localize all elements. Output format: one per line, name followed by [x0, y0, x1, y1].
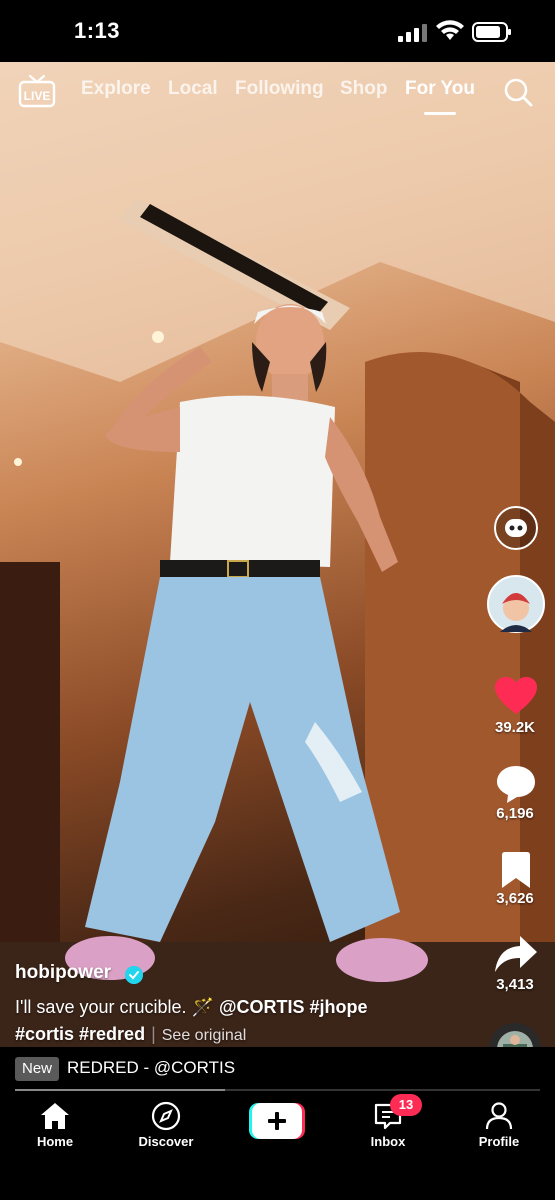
save-count: 3,626 [496, 890, 534, 907]
signal-icon [398, 24, 427, 42]
search-icon[interactable] [502, 76, 534, 108]
battery-icon [472, 22, 511, 42]
share-count: 3,413 [496, 976, 534, 993]
nav-profile-label: Profile [478, 1134, 520, 1149]
music-bar[interactable]: New REDRED - @CORTIS [0, 1047, 555, 1089]
comment-count: 6,196 [496, 805, 534, 822]
home-icon [41, 1103, 69, 1129]
mention-link[interactable]: @CORTIS [219, 997, 305, 1017]
tab-explore[interactable]: Explore [81, 78, 151, 100]
music-title[interactable]: REDRED - @CORTIS [67, 1058, 235, 1078]
like-count: 39.2K [494, 719, 536, 736]
nav-inbox-label: Inbox [370, 1134, 406, 1149]
creator-avatar[interactable] [486, 574, 546, 634]
verified-badge-icon [125, 966, 143, 984]
nav-profile[interactable]: Profile [454, 1099, 544, 1159]
live-icon[interactable]: LIVE [18, 74, 56, 108]
comment-icon[interactable] [495, 764, 537, 804]
active-tab-indicator [424, 112, 456, 115]
wifi-icon [436, 20, 464, 40]
caption-line-2: #cortis #redred | See original [15, 1024, 246, 1045]
hashtag-cortis-redred[interactable]: #cortis #redred [15, 1024, 145, 1044]
bookmark-icon[interactable] [500, 851, 532, 889]
profile-icon [485, 1102, 513, 1130]
nav-discover-label: Discover [138, 1134, 194, 1149]
caption-line-1: I'll save your crucible. 🪄 @CORTIS #jhop… [15, 997, 368, 1018]
tab-following[interactable]: Following [235, 78, 324, 100]
inbox-count-badge: 13 [390, 1094, 422, 1116]
hashtag-jhope[interactable]: #jhope [310, 997, 368, 1017]
share-icon[interactable] [494, 935, 538, 973]
like-heart-icon[interactable] [494, 676, 538, 716]
nav-home-label: Home [36, 1134, 74, 1149]
new-badge: New [15, 1057, 60, 1081]
creator-username[interactable]: hobipower [15, 962, 111, 984]
tab-shop[interactable]: Shop [340, 78, 388, 100]
video-frame [0, 62, 555, 1047]
caption-emoji: 🪄 [191, 997, 214, 1017]
compass-icon [151, 1101, 181, 1131]
status-time: 1:13 [74, 18, 121, 43]
ai-assistant-icon[interactable] [493, 505, 539, 551]
see-original-link[interactable]: See original [162, 1027, 247, 1044]
nav-home[interactable]: Home [10, 1099, 100, 1159]
bottom-nav: Home Discover Inbox 13 Profile [0, 1091, 555, 1200]
live-label: LIVE [24, 89, 51, 103]
caption-text: I'll save your crucible. [15, 997, 187, 1017]
video-player[interactable] [0, 62, 555, 1047]
tab-local[interactable]: Local [168, 78, 218, 100]
tab-for-you[interactable]: For You [405, 78, 475, 100]
create-plus-button[interactable] [249, 1103, 305, 1139]
status-bar: 1:13 [0, 0, 555, 62]
divider: | [151, 1024, 156, 1044]
nav-discover[interactable]: Discover [121, 1099, 211, 1159]
top-nav: LIVE Explore Local Following Shop For Yo… [0, 62, 555, 122]
